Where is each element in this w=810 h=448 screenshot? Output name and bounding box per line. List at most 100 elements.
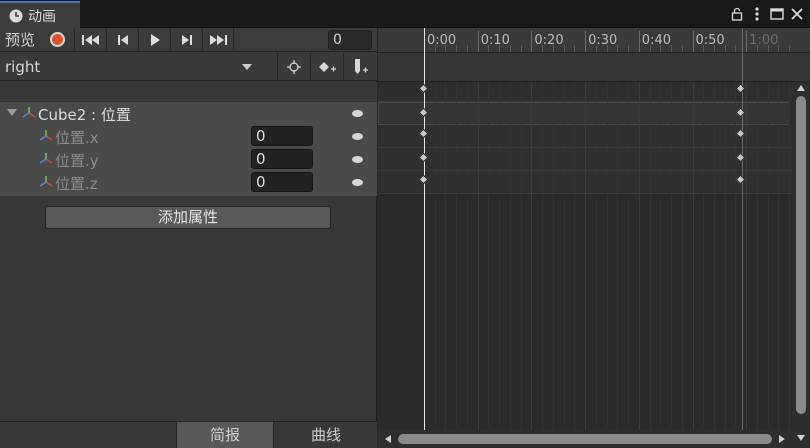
scroll-down-icon[interactable] xyxy=(796,434,806,442)
grid-line xyxy=(617,82,619,438)
prev-frame-icon xyxy=(117,34,128,45)
time-ruler[interactable]: 0:00 0:10 0:20 0:30 0:40 0:50 1:00 xyxy=(378,28,810,53)
grid-line xyxy=(628,82,630,438)
play-button[interactable] xyxy=(138,27,170,52)
grid-line xyxy=(756,82,758,438)
ruler-tick-label: 0:10 xyxy=(480,33,510,48)
property-toggle-icon[interactable] xyxy=(352,179,363,186)
ruler-tick-label: 0:00 xyxy=(427,33,457,48)
add-keyframe-icon xyxy=(319,61,336,72)
axes-icon xyxy=(22,107,36,118)
fold-arrow-icon[interactable] xyxy=(7,109,17,116)
maximize-icon[interactable] xyxy=(770,6,784,22)
grid-line xyxy=(746,82,748,438)
vertical-scroll-thumb[interactable] xyxy=(796,96,806,414)
summary-lane xyxy=(378,82,810,102)
frame-input[interactable]: 0 xyxy=(328,30,372,50)
ruler-minor-tick xyxy=(574,45,576,52)
scroll-right-icon[interactable] xyxy=(778,434,786,444)
property-lane-x xyxy=(378,125,810,148)
scroll-left-icon[interactable] xyxy=(384,434,392,444)
property-header-spacer xyxy=(0,82,377,102)
grid-line xyxy=(713,82,715,438)
grid-line xyxy=(703,82,705,438)
grid-line xyxy=(499,82,501,438)
last-frame-icon xyxy=(210,34,227,45)
tab-curves[interactable]: 曲线 xyxy=(275,422,377,448)
tab-dopesheet[interactable]: 简报 xyxy=(176,422,274,448)
property-toggle-icon[interactable] xyxy=(352,156,363,163)
animation-properties-panel: 预览 0 right Cube2: 位置 位置.x 0 位置.y 0 位置.z… xyxy=(0,27,377,448)
grid-line xyxy=(681,82,683,438)
ruler-minor-tick xyxy=(756,45,758,52)
ruler-minor-tick xyxy=(735,45,737,52)
ruler-minor-tick xyxy=(703,45,705,52)
view-mode-tabs: 简报 曲线 xyxy=(0,421,377,448)
add-keyframe-target-icon xyxy=(287,59,301,74)
property-toggle-icon[interactable] xyxy=(352,133,363,140)
property-value-input[interactable]: 0 xyxy=(251,149,313,169)
grid-line xyxy=(552,82,554,438)
first-frame-button[interactable] xyxy=(74,27,106,52)
first-frame-icon xyxy=(81,34,99,45)
grid-line xyxy=(735,82,737,438)
chevron-down-icon xyxy=(242,64,252,70)
ruler-tick-label: 0:20 xyxy=(534,33,564,48)
tab-animation[interactable]: 动画 xyxy=(0,1,80,28)
window-tab-bar: 动画 xyxy=(0,0,810,28)
horizontal-scroll-thumb[interactable] xyxy=(398,434,772,444)
grid-line xyxy=(606,82,608,438)
prev-frame-button[interactable] xyxy=(106,27,138,52)
close-icon[interactable] xyxy=(790,6,804,22)
axes-icon xyxy=(39,130,53,141)
grid-line xyxy=(445,82,447,438)
ruler-minor-tick xyxy=(660,45,662,52)
property-toggle-icon[interactable] xyxy=(352,110,363,117)
ruler-minor-tick xyxy=(767,45,769,52)
horizontal-scrollbar[interactable] xyxy=(378,430,792,448)
add-keyframe-button[interactable] xyxy=(310,53,343,80)
property-row-position-x[interactable]: 位置.x 0 xyxy=(0,125,377,148)
property-value-input[interactable]: 0 xyxy=(251,126,313,146)
ruler-minor-tick xyxy=(778,45,780,52)
property-row-position-z[interactable]: 位置.z 0 xyxy=(0,171,377,194)
property-label: 位置.x xyxy=(55,129,99,147)
vertical-scrollbar[interactable] xyxy=(792,82,810,448)
ruler-minor-tick xyxy=(542,45,544,52)
ruler-major-tick xyxy=(477,31,479,52)
grid-line xyxy=(520,82,522,438)
property-row-position-y[interactable]: 位置.y 0 xyxy=(0,148,377,171)
add-event-button[interactable] xyxy=(343,53,376,80)
ruler-minor-tick xyxy=(488,45,490,52)
add-keyframe-target-button[interactable] xyxy=(277,53,310,80)
clip-row: right xyxy=(0,53,377,81)
timeline-panel[interactable]: 0:00 0:10 0:20 0:30 0:40 0:50 1:00 xyxy=(378,28,810,448)
property-list: Cube2 : 位置 位置.x 0 位置.y 0 位置.z 0 xyxy=(0,102,377,196)
property-label: 位置.z xyxy=(55,175,98,193)
grid-line xyxy=(724,82,726,438)
ruler-tick-label: 1:00 xyxy=(749,33,779,48)
grid-line xyxy=(434,82,436,438)
property-value-input[interactable]: 0 xyxy=(251,172,313,192)
grid-line xyxy=(585,82,587,438)
grid-line xyxy=(649,82,651,438)
property-row-cube2-position[interactable]: Cube2 : 位置 xyxy=(0,102,377,125)
grid-line xyxy=(563,82,565,438)
ruler-minor-tick xyxy=(563,45,565,52)
clip-dropdown[interactable]: right xyxy=(0,53,258,80)
grid-line xyxy=(671,82,673,438)
grid-line xyxy=(509,82,511,438)
record-button[interactable] xyxy=(40,28,74,52)
ruler-major-tick xyxy=(638,31,640,52)
ruler-minor-tick xyxy=(649,45,651,52)
next-frame-button[interactable] xyxy=(170,27,202,52)
add-property-button[interactable]: 添加属性 xyxy=(45,206,331,229)
lock-icon[interactable] xyxy=(730,6,744,22)
ruler-minor-tick xyxy=(628,45,630,52)
more-icon[interactable] xyxy=(750,6,764,22)
ruler-minor-tick xyxy=(466,45,468,52)
grid-line xyxy=(638,82,640,438)
scroll-up-icon[interactable] xyxy=(796,84,806,92)
preview-label: 预览 xyxy=(5,31,36,49)
last-frame-button[interactable] xyxy=(202,27,234,52)
